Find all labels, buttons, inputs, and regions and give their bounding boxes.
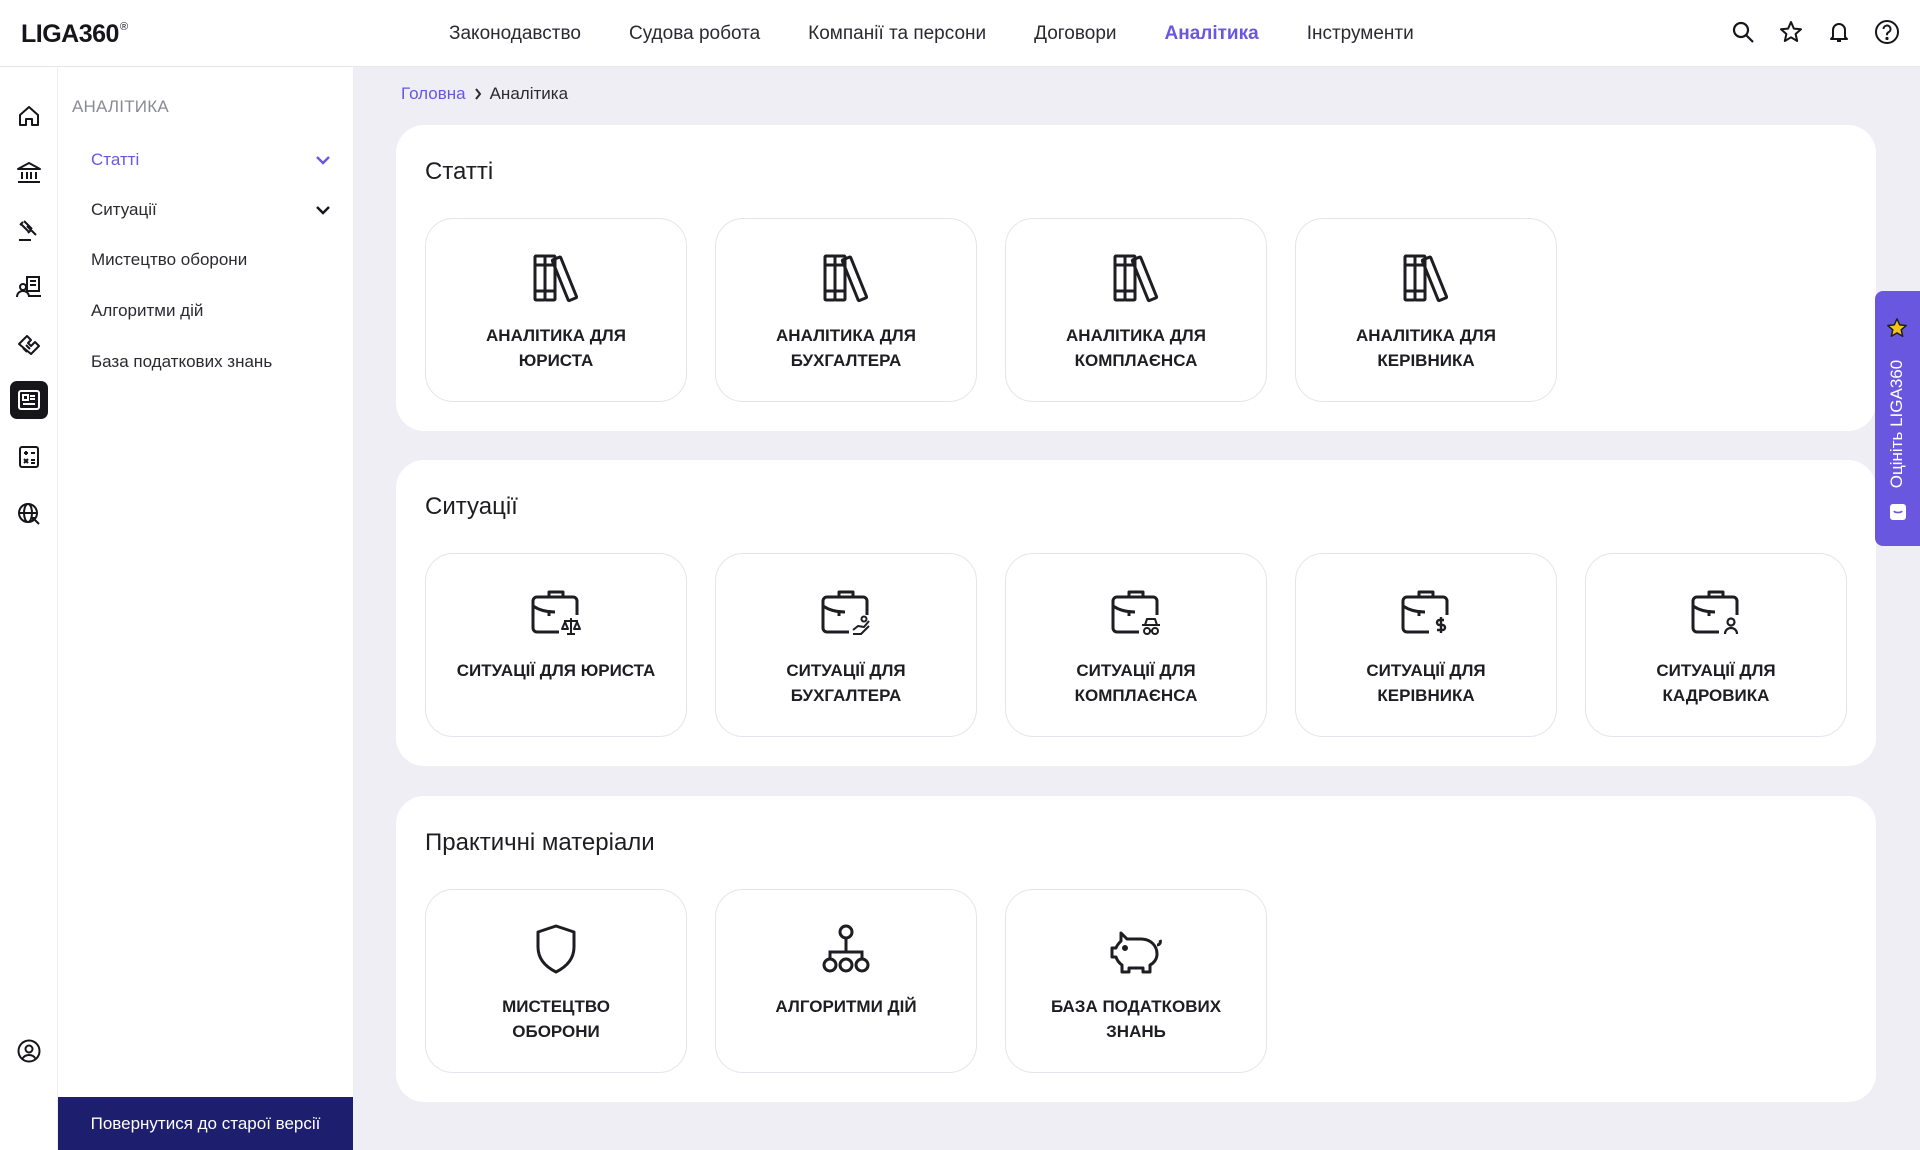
card-analytics-compliance[interactable]: АНАЛІТИКА ДЛЯ КОМПЛАЄНСА	[1005, 218, 1267, 402]
books-icon	[1109, 251, 1163, 305]
shield-icon	[529, 922, 583, 976]
nav-item-analytics[interactable]: Аналітика	[1165, 23, 1259, 45]
section-title: Практичні матеріали	[425, 829, 655, 856]
card-label: МИСТЕЦТВО ОБОРОНИ	[502, 997, 610, 1041]
user-circle-icon[interactable]	[10, 1032, 48, 1070]
sidebar-item-articles[interactable]: Статті	[91, 150, 331, 170]
logo-mark: ®	[119, 21, 128, 33]
section-articles: Статті АНАЛІТИКА ДЛЯ ЮРИСТА АНАЛІТИКА ДЛ…	[396, 125, 1876, 431]
sidebar-item-label: Мистецтво оборони	[91, 250, 248, 269]
card-label: СИТУАЦІЇ ДЛЯ КАДРОВИКА	[1656, 661, 1776, 705]
main-nav: Законодавство Судова робота Компанії та …	[449, 0, 1462, 67]
card-tax-knowledge[interactable]: БАЗА ПОДАТКОВИХ ЗНАНЬ	[1005, 889, 1267, 1073]
hierarchy-icon	[819, 922, 873, 976]
top-icons	[1730, 19, 1900, 45]
sidebar-item-algorithms[interactable]: Алгоритми дій	[91, 301, 331, 321]
icon-rail	[0, 67, 58, 1150]
newspaper-icon[interactable]	[10, 381, 48, 419]
help-icon[interactable]	[1874, 19, 1900, 45]
section-title: Статті	[425, 158, 494, 185]
logo-text: LIGA360	[21, 20, 119, 48]
sidebar-item-situations[interactable]: Ситуації	[91, 200, 331, 220]
nav-item-tools[interactable]: Інструменти	[1307, 23, 1414, 45]
nav-item-legislation[interactable]: Законодавство	[449, 23, 581, 45]
card-art-of-defense[interactable]: МИСТЕЦТВО ОБОРОНИ	[425, 889, 687, 1073]
card-label: СИТУАЦІЇ ДЛЯ БУХГАЛТЕРА	[786, 661, 906, 705]
chevron-right-icon	[474, 88, 481, 100]
card-situations-lawyer[interactable]: СИТУАЦІЇ ДЛЯ ЮРИСТА	[425, 553, 687, 737]
books-icon	[819, 251, 873, 305]
card-label: АЛГОРИТМИ ДІЙ	[775, 997, 917, 1016]
search-icon[interactable]	[1730, 19, 1756, 45]
card-situations-manager[interactable]: СИТУАЦІЇ ДЛЯ КЕРІВНИКА	[1295, 553, 1557, 737]
liga360-logo[interactable]: LIGA360®	[21, 20, 128, 49]
books-icon	[1399, 251, 1453, 305]
card-analytics-lawyer[interactable]: АНАЛІТИКА ДЛЯ ЮРИСТА	[425, 218, 687, 402]
card-label: СИТУАЦІЇ ДЛЯ КЕРІВНИКА	[1366, 661, 1486, 705]
card-situations-compliance[interactable]: СИТУАЦІЇ ДЛЯ КОМПЛАЄНСА	[1005, 553, 1267, 737]
card-analytics-accountant[interactable]: АНАЛІТИКА ДЛЯ БУХГАЛТЕРА	[715, 218, 977, 402]
piggy-bank-icon	[1109, 922, 1163, 976]
sidebar-item-label: Статті	[91, 150, 140, 169]
handshake-icon[interactable]	[10, 325, 48, 363]
nav-item-court-work[interactable]: Судова робота	[629, 23, 760, 45]
card-action-algorithms[interactable]: АЛГОРИТМИ ДІЙ	[715, 889, 977, 1073]
rate-label-wrapper: Оцініть LIGA360	[1882, 349, 1912, 499]
sidebar-title: АНАЛІТИКА	[72, 97, 169, 116]
breadcrumb-home[interactable]: Головна	[401, 84, 466, 104]
chevron-down-icon[interactable]	[315, 155, 331, 165]
card-label: АНАЛІТИКА ДЛЯ ЮРИСТА	[486, 326, 626, 370]
sidebar-item-label: Алгоритми дій	[91, 301, 204, 320]
card-label: АНАЛІТИКА ДЛЯ БУХГАЛТЕРА	[776, 326, 916, 370]
card-situations-accountant[interactable]: СИТУАЦІЇ ДЛЯ БУХГАЛТЕРА	[715, 553, 977, 737]
sidebar-item-tax-knowledge[interactable]: База податкових знань	[91, 352, 331, 372]
rate-label: Оцініть LIGA360	[1887, 359, 1906, 489]
briefcase-person-icon	[1689, 586, 1743, 640]
card-situations-hr[interactable]: СИТУАЦІЇ ДЛЯ КАДРОВИКА	[1585, 553, 1847, 737]
card-label: АНАЛІТИКА ДЛЯ КОМПЛАЄНСА	[1066, 326, 1206, 370]
section-situations: Ситуації СИТУАЦІЇ ДЛЯ ЮРИСТА СИТУАЦІЇ ДЛ…	[396, 460, 1876, 766]
chat-icon	[1890, 504, 1906, 520]
star-icon	[1887, 318, 1907, 337]
briefcase-coins-icon	[819, 586, 873, 640]
calculator-icon[interactable]	[10, 438, 48, 476]
card-analytics-manager[interactable]: АНАЛІТИКА ДЛЯ КЕРІВНИКА	[1295, 218, 1557, 402]
gavel-icon[interactable]	[10, 211, 48, 249]
sidebar-item-label: База податкових знань	[91, 352, 273, 371]
breadcrumb: Головна Аналітика	[401, 84, 568, 104]
briefcase-dollar-icon	[1399, 586, 1453, 640]
nav-item-companies[interactable]: Компанії та персони	[808, 23, 986, 45]
chevron-down-icon[interactable]	[315, 205, 331, 215]
globe-icon[interactable]	[10, 495, 48, 533]
card-label: АНАЛІТИКА ДЛЯ КЕРІВНИКА	[1356, 326, 1496, 370]
card-label: БАЗА ПОДАТКОВИХ ЗНАНЬ	[1050, 997, 1222, 1041]
section-title: Ситуації	[425, 493, 518, 520]
nav-item-contracts[interactable]: Договори	[1034, 23, 1116, 45]
sidebar-item-label: Ситуації	[91, 200, 157, 219]
home-icon[interactable]	[10, 97, 48, 135]
sidebar-item-art-of-defense[interactable]: Мистецтво оборони	[91, 250, 331, 270]
section-practical-materials: Практичні матеріали МИСТЕЦТВО ОБОРОНИ АЛ…	[396, 796, 1876, 1102]
card-label: СИТУАЦІЇ ДЛЯ КОМПЛАЄНСА	[1074, 661, 1198, 705]
breadcrumb-current: Аналітика	[489, 84, 569, 103]
books-icon	[529, 251, 583, 305]
rate-liga360-tab[interactable]: Оцініть LIGA360	[1875, 291, 1920, 546]
briefcase-spy-icon	[1109, 586, 1163, 640]
bell-icon[interactable]	[1826, 19, 1852, 45]
top-bar: LIGA360® Законодавство Судова робота Ком…	[0, 0, 1920, 67]
star-icon[interactable]	[1778, 19, 1804, 45]
bank-icon[interactable]	[10, 154, 48, 192]
old-version-button[interactable]: Повернутися до старої версії	[58, 1097, 353, 1150]
companies-icon[interactable]	[10, 268, 48, 306]
card-label: СИТУАЦІЇ ДЛЯ ЮРИСТА	[456, 661, 656, 680]
briefcase-scales-icon	[529, 586, 583, 640]
sidebar: АНАЛІТИКА Статті Ситуації Мистецтво обор…	[58, 67, 353, 1150]
